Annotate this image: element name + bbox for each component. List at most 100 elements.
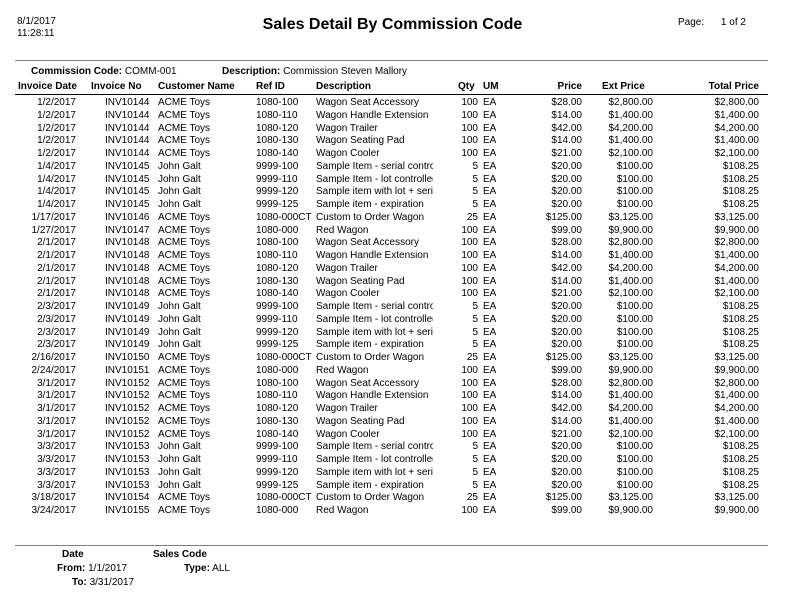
col-invoice-no: Invoice No	[91, 81, 142, 92]
col-ext-price: Ext Price	[602, 81, 645, 92]
ref-id-cell: 1080-110	[256, 109, 298, 121]
price-cell: $125.00	[545, 352, 582, 363]
table-row: 3/3/2017 INV10153 John Galt 9999-100 Sample …	[0, 441, 785, 454]
customer-name-cell: ACME Toys	[158, 224, 211, 236]
um-cell: EA	[483, 97, 497, 108]
table-row: 3/1/2017 INV10152 ACME Toys 1080-110 Wagon H…	[0, 390, 785, 403]
ref-id-cell: 1080-100	[256, 377, 299, 389]
ref-id-cell: 9999-120	[256, 186, 299, 198]
qty-cell: 100	[461, 390, 478, 402]
ref-id-cell: 1080-000CT	[256, 492, 312, 504]
description-cell: Custom to Order Wagon	[316, 352, 425, 363]
price-cell: $20.00	[551, 454, 582, 465]
invoice-date-cell: 2/1/2017	[37, 262, 76, 274]
um-cell: EA	[483, 390, 497, 402]
customer-name-cell: ACME Toys	[158, 135, 211, 147]
total-price-cell: $1,400.00	[714, 250, 760, 261]
ext-price-cell: $100.00	[616, 339, 653, 351]
commission-code-label: Commission Code:	[31, 66, 123, 77]
table-row: 1/2/2017 INV10144 ACME Toys 1080-130 Wagon S…	[0, 135, 785, 148]
price-cell: $28.00	[551, 237, 582, 249]
total-price-cell: $1,400.00	[714, 109, 760, 121]
invoice-no-cell: INV10153	[105, 466, 150, 478]
customer-name-cell: ACME Toys	[158, 505, 211, 516]
um-cell: EA	[483, 339, 497, 351]
qty-cell: 100	[461, 237, 478, 249]
ext-price-cell: $1,400.00	[608, 109, 654, 121]
invoice-date-cell: 1/2/2017	[37, 97, 76, 108]
description-cell: Wagon Trailer	[316, 122, 378, 134]
description-cell: Sample item with lot + serial	[316, 326, 433, 338]
price-cell: $28.00	[551, 97, 582, 108]
description-cell: Sample Item - serial control	[316, 441, 433, 453]
ext-price-cell: $2,800.00	[608, 377, 654, 389]
page-number: 1	[720, 17, 727, 28]
description-cell: Sample item - expiration	[316, 339, 424, 351]
ext-price-cell: $4,200.00	[608, 122, 654, 134]
invoice-no-cell: INV10148	[105, 237, 150, 249]
total-price-cell: $3,125.00	[714, 211, 760, 223]
description-cell: Wagon Handle Extension	[316, 250, 429, 261]
description-cell: Sample item with lot + serial	[316, 466, 433, 478]
ref-id-cell: 1080-100	[256, 97, 299, 108]
description-cell: Wagon Cooler	[316, 288, 380, 300]
ref-id-cell: 1080-140	[256, 428, 299, 440]
table-row: 3/1/2017 INV10152 ACME Toys 1080-100 Wagon S…	[0, 378, 785, 391]
table-row: 1/4/2017 INV10145 John Galt 9999-100 Sample …	[0, 161, 785, 174]
invoice-date-cell: 2/3/2017	[37, 313, 76, 325]
header-divider	[15, 60, 768, 61]
um-cell: EA	[483, 364, 497, 376]
table-row: 3/1/2017 INV10152 ACME Toys 1080-140 Wagon C…	[0, 429, 785, 442]
customer-name-cell: ACME Toys	[158, 97, 211, 108]
ext-price-cell: $3,125.00	[608, 492, 654, 504]
date-heading: Date	[62, 549, 84, 560]
invoice-date-cell: 3/1/2017	[37, 415, 76, 427]
qty-cell: 5	[472, 313, 478, 325]
customer-name-cell: ACME Toys	[158, 377, 211, 389]
ref-id-cell: 9999-125	[256, 199, 299, 210]
invoice-no-cell: INV10145	[105, 160, 150, 172]
qty-cell: 5	[472, 479, 478, 491]
ref-id-cell: 1080-000	[256, 364, 299, 376]
customer-name-cell: John Galt	[158, 313, 201, 325]
description-cell: Wagon Seating Pad	[316, 275, 405, 287]
invoice-date-cell: 3/1/2017	[37, 428, 76, 440]
description-cell: Sample Item - lot controlled	[316, 173, 433, 185]
description-cell: Custom to Order Wagon	[316, 492, 425, 504]
commission-description-value: Commission Steven Mallory	[283, 66, 408, 77]
col-ref-id: Ref ID	[256, 81, 285, 92]
customer-name-cell: ACME Toys	[158, 148, 211, 159]
ext-price-cell: $1,400.00	[608, 135, 654, 147]
invoice-no-cell: INV10149	[105, 301, 150, 312]
price-cell: $14.00	[551, 275, 582, 287]
qty-cell: 5	[472, 160, 478, 172]
invoice-date-cell: 1/2/2017	[37, 109, 76, 121]
description-cell: Wagon Cooler	[316, 428, 380, 440]
footer-date-heading: Date	[62, 549, 84, 560]
description-cell: Sample item - expiration	[316, 479, 424, 491]
invoice-date-cell: 2/16/2017	[31, 352, 77, 363]
invoice-no-cell: INV10154	[105, 492, 150, 504]
table-row: 2/24/2017 INV10151 ACME Toys 1080-000 Red Wa…	[0, 365, 785, 378]
invoice-no-cell: INV10144	[105, 135, 150, 147]
customer-name-cell: ACME Toys	[158, 288, 211, 300]
ref-id-cell: 9999-110	[256, 313, 298, 325]
total-price-cell: $108.25	[722, 199, 759, 210]
total-price-cell: $108.25	[722, 301, 759, 312]
um-cell: EA	[483, 479, 497, 491]
commission-code-value: COMM-001	[124, 66, 177, 77]
ext-price-cell: $4,200.00	[608, 403, 654, 414]
footer-from: From: 1/1/2017	[57, 563, 127, 574]
invoice-date-cell: 3/3/2017	[37, 479, 76, 491]
invoice-date-cell: 3/3/2017	[37, 441, 76, 453]
um-cell: EA	[483, 466, 497, 478]
type-value: ALL	[212, 563, 230, 574]
invoice-no-cell: INV10148	[105, 288, 150, 300]
price-cell: $20.00	[551, 479, 582, 491]
ext-price-cell: $1,400.00	[608, 415, 654, 427]
table-row: 3/3/2017 INV10153 John Galt 9999-125 Sample …	[0, 480, 785, 493]
customer-name-cell: John Galt	[158, 301, 201, 312]
col-customer-name: Customer Name	[158, 81, 235, 92]
ext-price-cell: $2,800.00	[608, 97, 654, 108]
table-row: 1/2/2017 INV10144 ACME Toys 1080-140 Wagon C…	[0, 148, 785, 161]
